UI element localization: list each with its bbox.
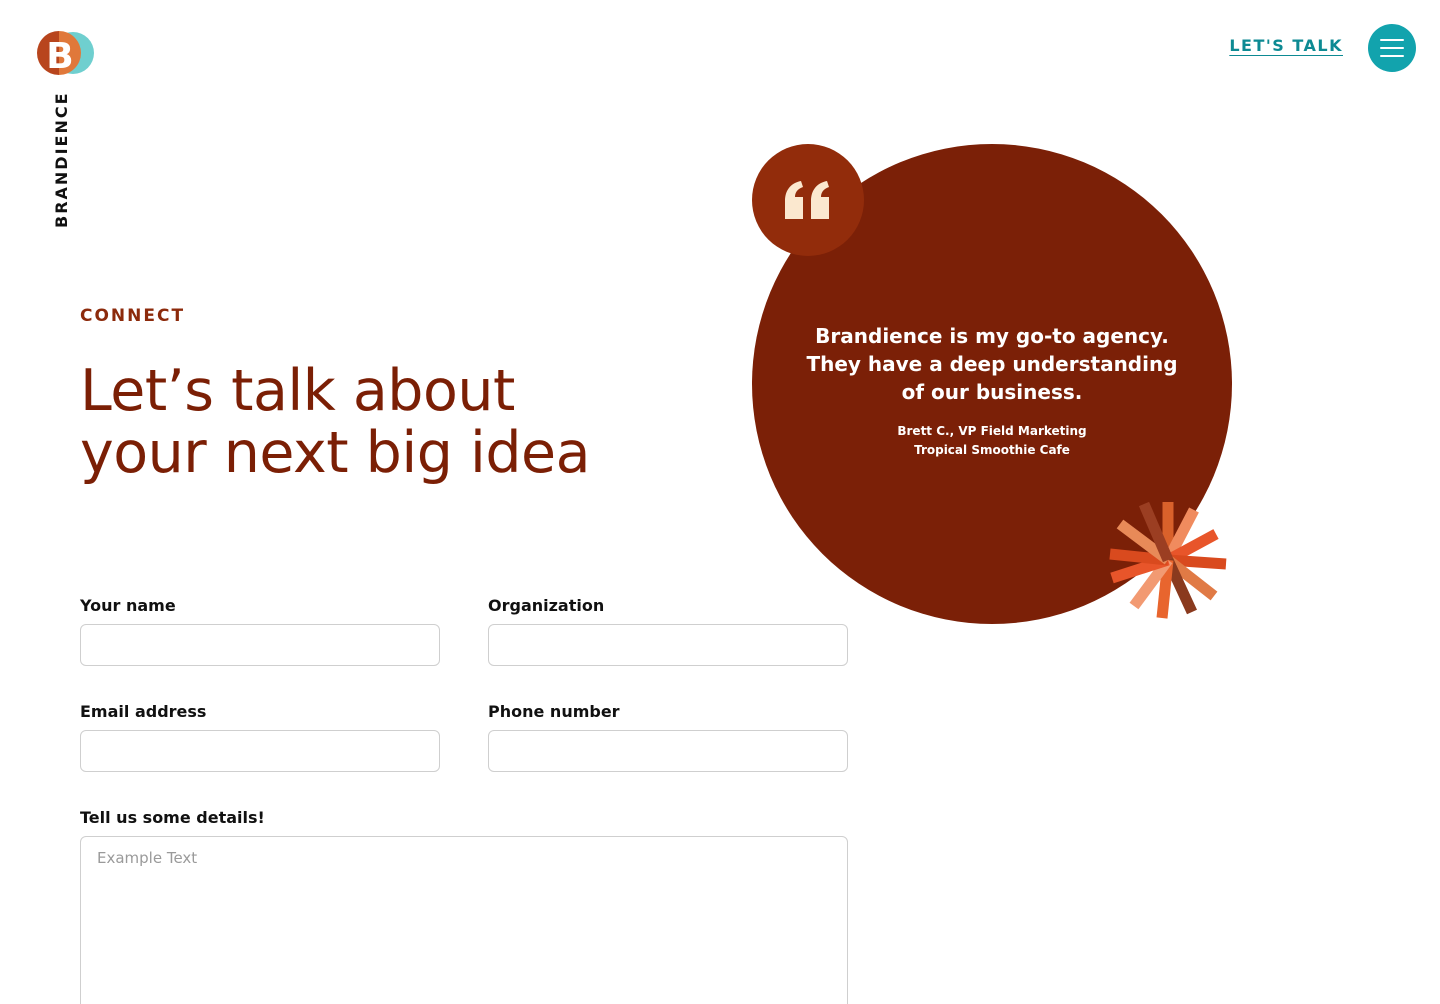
name-label: Your name xyxy=(80,596,176,615)
quote-line-1: Brandience is my go-to agency. xyxy=(815,324,1169,348)
details-label: Tell us some details! xyxy=(80,808,265,827)
headline-line-2: your next big idea xyxy=(80,420,591,486)
brandience-logo[interactable]: B xyxy=(33,28,97,80)
phone-label: Phone number xyxy=(488,702,620,721)
testimonial-company: Tropical Smoothie Cafe xyxy=(914,443,1070,457)
phone-field[interactable] xyxy=(488,730,848,772)
organization-label: Organization xyxy=(488,596,605,615)
quote-badge xyxy=(752,144,864,256)
hamburger-menu-icon-bar xyxy=(1380,47,1404,49)
hamburger-menu-icon-bar xyxy=(1380,39,1404,41)
section-eyebrow: CONNECT xyxy=(80,306,186,326)
testimonial-quote: Brandience is my go-to agency. They have… xyxy=(792,322,1192,406)
details-textarea[interactable] xyxy=(80,836,848,1004)
lets-talk-link[interactable]: LET'S TALK xyxy=(1229,36,1343,55)
quote-mark-icon xyxy=(785,181,829,219)
quote-line-3: of our business. xyxy=(901,380,1083,404)
logo-mark-icon: B xyxy=(37,31,94,77)
organization-field[interactable] xyxy=(488,624,848,666)
name-field[interactable] xyxy=(80,624,440,666)
brand-wordmark-vertical: BRANDIENCE xyxy=(52,91,71,228)
svg-text:B: B xyxy=(46,36,73,77)
quote-line-2: They have a deep understanding xyxy=(806,352,1178,376)
hamburger-menu-icon-bar xyxy=(1380,55,1404,57)
headline-line-1: Let’s talk about xyxy=(80,358,515,424)
email-label: Email address xyxy=(80,702,207,721)
starburst-decoration-icon xyxy=(1109,501,1227,619)
testimonial-author: Brett C., VP Field Marketing xyxy=(897,424,1087,438)
menu-button[interactable] xyxy=(1368,24,1416,72)
page-headline: Let’s talk about your next big idea xyxy=(80,360,700,484)
email-field[interactable] xyxy=(80,730,440,772)
